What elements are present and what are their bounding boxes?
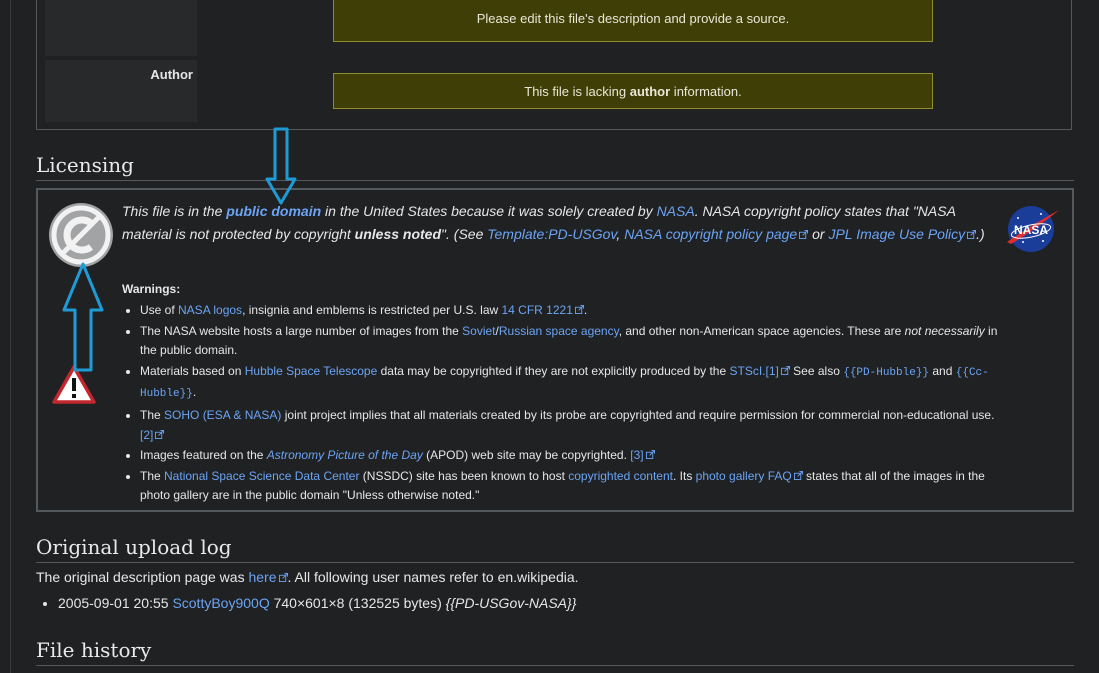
licensing-heading: Licensing: [36, 153, 1074, 181]
file-history-heading: File history: [36, 638, 1074, 666]
nasa-link[interactable]: NASA: [657, 203, 695, 219]
pd-hubble-template-link[interactable]: {{PD-Hubble}}: [843, 367, 929, 379]
license-text-part: in the United States because it was sole…: [321, 203, 657, 219]
external-link-icon: [574, 305, 584, 314]
warning-item: Materials based on Hubble Space Telescop…: [140, 362, 1010, 405]
soviet-link[interactable]: Soviet: [462, 324, 495, 338]
reference-2-link[interactable]: [2]: [140, 427, 165, 442]
russian-space-agency-link[interactable]: Russian space agency: [499, 324, 619, 338]
external-link-icon: [645, 450, 655, 460]
warning-text: data may be copyrighted if they are not …: [377, 363, 730, 378]
license-text-part: or: [808, 225, 829, 242]
reference-3-link[interactable]: [3]: [630, 448, 655, 463]
warning-item: Use of NASA logos, insignia and emblems …: [140, 301, 1010, 321]
file-info-table: Author Please edit this file's descripti…: [36, 0, 1072, 130]
faq-link-label: photo gallery FAQ: [695, 468, 792, 483]
warning-text: Materials based on: [140, 363, 245, 378]
ref-label: [2]: [140, 427, 154, 442]
template-pd-usgov-link[interactable]: Template:PD-USGov: [487, 226, 616, 242]
upload-log-list: 2005-09-01 20:55 ScottyBoy900Q 740×601×8…: [36, 595, 576, 611]
jpl-image-use-policy-link[interactable]: JPL Image Use Policy: [828, 225, 977, 242]
warnings-title: Warnings:: [122, 282, 181, 296]
warning-text: Images featured on the: [140, 448, 267, 463]
license-text-part: .): [976, 225, 985, 242]
upload-intro-text: . All following user names refer to en.w…: [287, 569, 579, 585]
upload-log-intro: The original description page was here . …: [36, 569, 579, 585]
license-text-part: This file is in the: [122, 203, 227, 219]
nasa-copyright-policy-link[interactable]: NASA copyright policy page: [624, 225, 809, 242]
external-link-icon: [799, 229, 809, 239]
warning-text: .: [583, 303, 588, 317]
warning-text: (NSSDC) site has been known to host: [359, 468, 569, 483]
author-label: Author: [45, 60, 197, 122]
public-domain-link[interactable]: public domain: [226, 203, 321, 219]
warning-text: The: [140, 468, 165, 483]
public-domain-icon: [49, 203, 113, 267]
license-text: This file is in the public domain in the…: [122, 200, 992, 245]
warning-text: , and other non-American space agencies.…: [618, 323, 905, 338]
annotation-arrow-up-icon: [62, 262, 104, 372]
author-notice: This file is lacking author information.: [333, 73, 933, 109]
cfr-link-label: 14 CFR 1221: [501, 303, 573, 317]
here-link-label: here: [248, 569, 277, 585]
external-link-icon: [780, 365, 790, 375]
ref-label: .[1]: [762, 363, 779, 378]
external-link-icon: [967, 229, 977, 239]
external-link-icon: [793, 470, 803, 480]
photo-gallery-faq-link[interactable]: photo gallery FAQ: [696, 469, 803, 483]
warning-item: Images featured on the Astronomy Picture…: [140, 446, 1010, 466]
copyrighted-content-link[interactable]: copyrighted content: [568, 469, 673, 483]
nasa-logo: NASA: [1007, 206, 1059, 252]
cfr-1221-link[interactable]: 14 CFR 1221: [502, 303, 584, 317]
warning-item: The NASA website hosts a large number of…: [140, 322, 1010, 361]
warning-item: The National Space Science Data Center (…: [140, 467, 1010, 506]
jpl-link-label: JPL Image Use Policy: [828, 225, 966, 242]
hubble-link[interactable]: Hubble Space Telescope: [245, 364, 378, 378]
unless-noted-text: unless noted: [354, 225, 442, 242]
upload-log-entry: 2005-09-01 20:55 ScottyBoy900Q 740×601×8…: [58, 595, 576, 611]
licensing-box: NASA This file is in the public domain i…: [36, 188, 1074, 512]
description-notice: Please edit this file's description and …: [333, 0, 933, 42]
warning-text: .: [192, 385, 197, 400]
warning-text: The NASA website hosts a large number of…: [140, 323, 463, 338]
nssdc-link[interactable]: National Space Science Data Center: [164, 469, 359, 483]
policy-link-label: NASA copyright policy page: [624, 225, 798, 242]
reference-1-link[interactable]: .[1]: [762, 364, 790, 378]
source-label-cell: [45, 0, 197, 56]
not-necessarily-text: not necessarily: [904, 323, 985, 338]
upload-log-heading: Original upload log: [36, 535, 1074, 563]
stsci-link[interactable]: STScI: [729, 364, 762, 378]
warning-text: , insignia and emblems is restricted per…: [242, 303, 502, 317]
uploader-user-link[interactable]: ScottyBoy900Q: [172, 595, 269, 611]
annotation-arrow-down-icon: [265, 127, 297, 205]
upload-details: 740×601×8 (132525 bytes): [269, 595, 446, 611]
warning-text: See also: [789, 363, 844, 378]
warning-text: joint project implies that all materials…: [281, 407, 995, 422]
warning-item: The SOHO (ESA & NASA) joint project impl…: [140, 406, 1010, 445]
upload-summary: {{PD-USGov-NASA}}: [445, 595, 577, 611]
nasa-logo-text: NASA: [1014, 223, 1048, 237]
apod-link[interactable]: Astronomy Picture of the Day: [267, 448, 423, 462]
external-link-icon: [278, 573, 288, 582]
warning-text: The: [140, 407, 165, 422]
warnings-list: Use of NASA logos, insignia and emblems …: [122, 301, 1010, 507]
external-link-icon: [155, 429, 165, 439]
original-page-link[interactable]: here: [248, 569, 288, 585]
upload-intro-text: The original description page was: [36, 569, 249, 585]
warning-text: (APOD) web site may be copyrighted.: [422, 448, 631, 463]
author-notice-text: This file is lacking: [524, 84, 630, 99]
page-edge: [10, 0, 11, 673]
upload-datetime: 2005-09-01 20:55: [58, 595, 169, 611]
author-notice-text-end: information.: [670, 84, 742, 99]
warning-text: Use of: [140, 303, 179, 317]
license-text-part: ". (See: [441, 225, 488, 242]
soho-link[interactable]: SOHO (ESA & NASA): [164, 408, 281, 422]
author-notice-bold: author: [629, 84, 671, 99]
ref-label: [3]: [630, 448, 644, 463]
warning-text: . Its: [672, 468, 696, 483]
nasa-logos-link[interactable]: NASA logos: [178, 303, 242, 317]
warning-text: and: [929, 363, 956, 378]
